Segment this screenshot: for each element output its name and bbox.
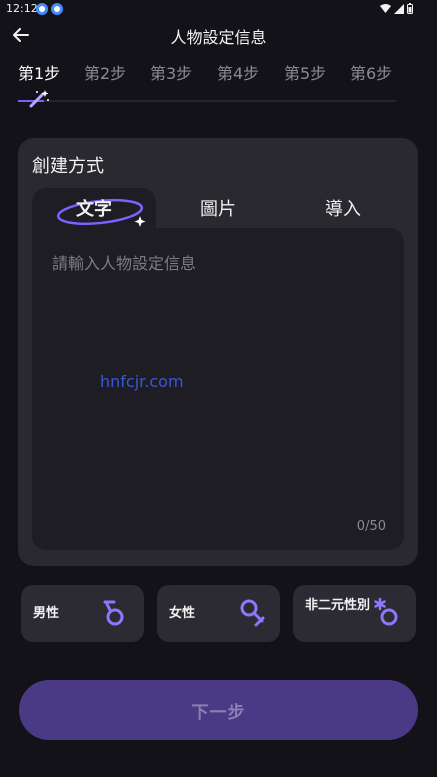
character-info-input[interactable]: 請輸入人物設定信息 hnfcjr.com 0/50 xyxy=(32,228,404,550)
nonbinary-button[interactable]: 非二元性別 xyxy=(293,585,416,642)
next-step-button[interactable]: 下一步 xyxy=(19,680,418,740)
tab-text-label: 文字 xyxy=(76,199,112,220)
male-button[interactable]: 男性 xyxy=(21,585,144,642)
notification-icon xyxy=(36,3,48,15)
creation-method-card: 創建方式 文字 圖片 導入 請輸入人物設定信息 hnfcjr.com 0/50 xyxy=(18,138,418,566)
creation-method-title: 創建方式 xyxy=(32,156,104,177)
male-symbol-icon xyxy=(103,600,124,626)
step-indicator: 第1步 第2步 第3步 第4步 第5步 第6步 xyxy=(18,60,418,84)
step-progress-track xyxy=(18,100,396,102)
notification-icon xyxy=(51,3,63,15)
female-button[interactable]: 女性 xyxy=(157,585,280,642)
tab-text[interactable]: 文字 xyxy=(32,188,156,228)
tab-image[interactable]: 圖片 xyxy=(166,188,270,228)
wifi-icon xyxy=(380,3,391,13)
female-label: 女性 xyxy=(169,606,196,621)
male-label: 男性 xyxy=(33,606,60,621)
female-symbol-icon xyxy=(240,599,265,627)
step-6[interactable]: 第6步 xyxy=(350,60,392,84)
character-settings-screen: 12:12 人物設定信息 第1步 第2步 第3步 第4步 第5步 第6步 創建方… xyxy=(0,0,437,777)
status-icons xyxy=(380,3,413,14)
input-placeholder: 請輸入人物設定信息 xyxy=(52,254,197,273)
nonbinary-label: 非二元性別 xyxy=(305,598,371,613)
step-2[interactable]: 第2步 xyxy=(84,60,126,84)
battery-icon xyxy=(407,3,413,14)
status-bar: 12:12 xyxy=(0,0,437,18)
watermark: hnfcjr.com xyxy=(100,372,184,391)
magic-wand-icon xyxy=(29,90,49,108)
signal-icon xyxy=(394,3,404,14)
step-5[interactable]: 第5步 xyxy=(284,60,326,84)
step-4[interactable]: 第4步 xyxy=(217,60,259,84)
nonbinary-symbol-icon xyxy=(374,597,398,626)
status-time: 12:12 xyxy=(6,2,38,15)
page-title: 人物設定信息 xyxy=(170,28,267,47)
character-counter: 0/50 xyxy=(356,519,386,534)
step-1[interactable]: 第1步 xyxy=(18,60,60,84)
step-3[interactable]: 第3步 xyxy=(150,60,192,84)
tab-import[interactable]: 導入 xyxy=(288,188,398,228)
